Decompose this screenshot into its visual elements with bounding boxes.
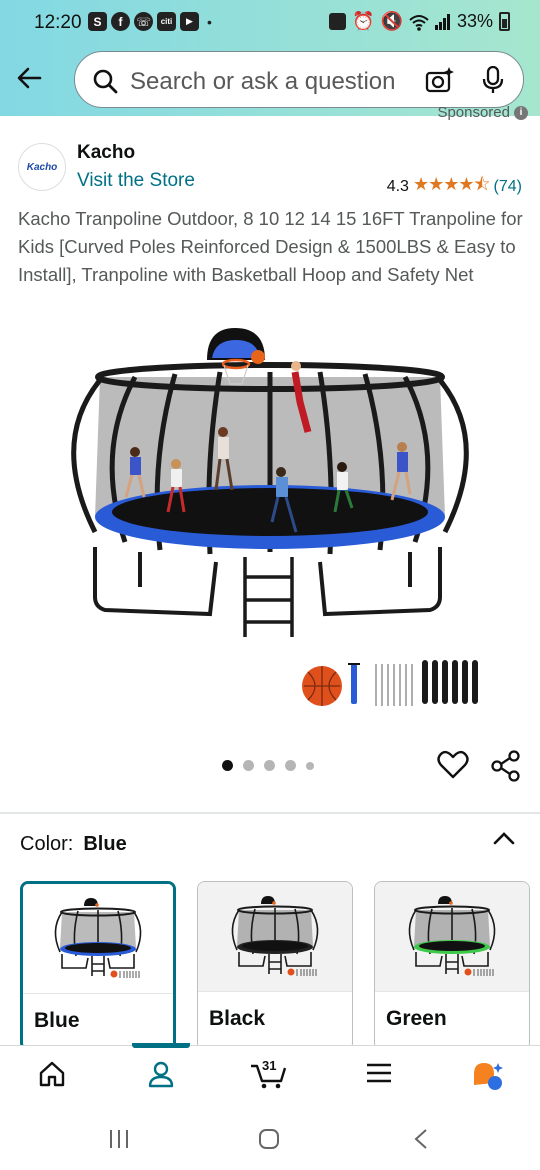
more-notifications-dot: •	[207, 13, 212, 30]
sponsored-label[interactable]: Sponsored i	[437, 104, 528, 121]
star-rating-icon: ★★★★⯪	[412, 174, 491, 194]
system-navigation-bar	[0, 1109, 540, 1170]
product-title: Kacho Tranpoline Outdoor, 8 10 12 14 15 …	[18, 208, 523, 285]
active-tab-indicator	[132, 1043, 190, 1048]
brand-name: Kacho	[77, 142, 136, 163]
mini-trampoline-image	[408, 895, 496, 976]
sponsored-text: Sponsored	[437, 104, 510, 121]
facebook-icon: f	[111, 12, 130, 31]
carousel-dot[interactable]	[306, 761, 314, 770]
chevron-up-icon[interactable]	[493, 830, 515, 846]
camera-search-icon[interactable]	[425, 66, 455, 94]
rating-value: 4.3	[386, 178, 409, 195]
home-button-icon[interactable]	[258, 1128, 280, 1150]
ladder	[243, 557, 294, 637]
back-nav-icon[interactable]	[413, 1128, 429, 1150]
carousel-dot[interactable]	[285, 760, 296, 771]
battery-icon	[499, 12, 510, 31]
system-status-icons: ⏰ 🔇 33%	[329, 11, 510, 32]
rufus-assistant-icon[interactable]	[470, 1060, 506, 1092]
mini-trampoline-image	[231, 895, 319, 976]
top-bar: 12:20 S f ☏ citi ▶ • ⏰ 🔇 33% Search or a…	[0, 0, 540, 116]
account-icon[interactable]	[147, 1060, 175, 1088]
search-icon	[93, 69, 118, 94]
nfc-icon	[329, 13, 347, 30]
rating-summary[interactable]: 4.3 ★★★★⯪ (74)	[387, 172, 522, 202]
signal-icon	[434, 14, 450, 30]
s-app-icon: S	[88, 12, 107, 31]
arrow-left-icon	[17, 67, 42, 89]
status-time: 12:20	[34, 12, 82, 33]
color-label-text: Color:	[20, 833, 74, 855]
mute-icon: 🔇	[380, 11, 403, 31]
color-label: Color: Blue	[20, 833, 127, 856]
trampoline-legs	[93, 547, 442, 617]
info-icon: i	[514, 105, 528, 120]
included-accessories-image	[302, 660, 478, 706]
status-bar: 12:20 S f ☏ citi ▶ • ⏰ 🔇 33%	[0, 0, 540, 46]
trampoline-mat	[112, 488, 428, 536]
search-bar[interactable]: Search or ask a question	[74, 51, 524, 108]
notification-icons: S f ☏ citi ▶ •	[88, 12, 212, 31]
citi-icon: citi	[157, 12, 176, 31]
visit-store-link[interactable]: Visit the Store	[77, 170, 195, 192]
selected-color: Blue	[83, 833, 127, 855]
share-icon[interactable]	[490, 750, 522, 782]
viber-icon: ☏	[134, 12, 153, 31]
heart-icon[interactable]	[437, 750, 469, 780]
swatch-label: Black	[209, 1007, 266, 1030]
microphone-icon[interactable]	[482, 66, 504, 94]
wifi-icon	[409, 14, 429, 31]
review-count[interactable]: (74)	[494, 178, 522, 196]
back-button[interactable]	[14, 62, 46, 94]
carousel-dot[interactable]	[222, 760, 233, 771]
swatch-image	[198, 882, 352, 992]
image-carousel-dots[interactable]	[222, 760, 314, 771]
search-input[interactable]: Search or ask a question	[130, 68, 396, 96]
color-option-green[interactable]: Green	[374, 881, 530, 1051]
recent-apps-icon[interactable]	[108, 1129, 130, 1149]
product-image[interactable]	[40, 322, 500, 652]
basketball	[251, 350, 265, 364]
swatch-label: Green	[386, 1007, 447, 1030]
section-divider	[0, 812, 540, 814]
youtube-icon: ▶	[180, 12, 199, 31]
brand-logo-text: Kacho	[26, 161, 58, 173]
carousel-dot[interactable]	[243, 760, 254, 771]
cart-count-badge: 31	[262, 1058, 277, 1073]
battery-percent: 33%	[456, 11, 493, 31]
color-option-blue[interactable]: Blue	[20, 881, 176, 1051]
swatch-image	[375, 882, 529, 992]
home-icon[interactable]	[38, 1060, 66, 1088]
swatch-image	[23, 884, 173, 994]
alarm-icon: ⏰	[352, 11, 375, 31]
brand-logo[interactable]: Kacho	[18, 143, 66, 191]
carousel-dot[interactable]	[264, 760, 275, 771]
mini-trampoline-image	[54, 897, 142, 978]
swatch-label: Blue	[34, 1009, 80, 1032]
color-option-black[interactable]: Black	[197, 881, 353, 1051]
menu-icon[interactable]	[366, 1060, 392, 1086]
